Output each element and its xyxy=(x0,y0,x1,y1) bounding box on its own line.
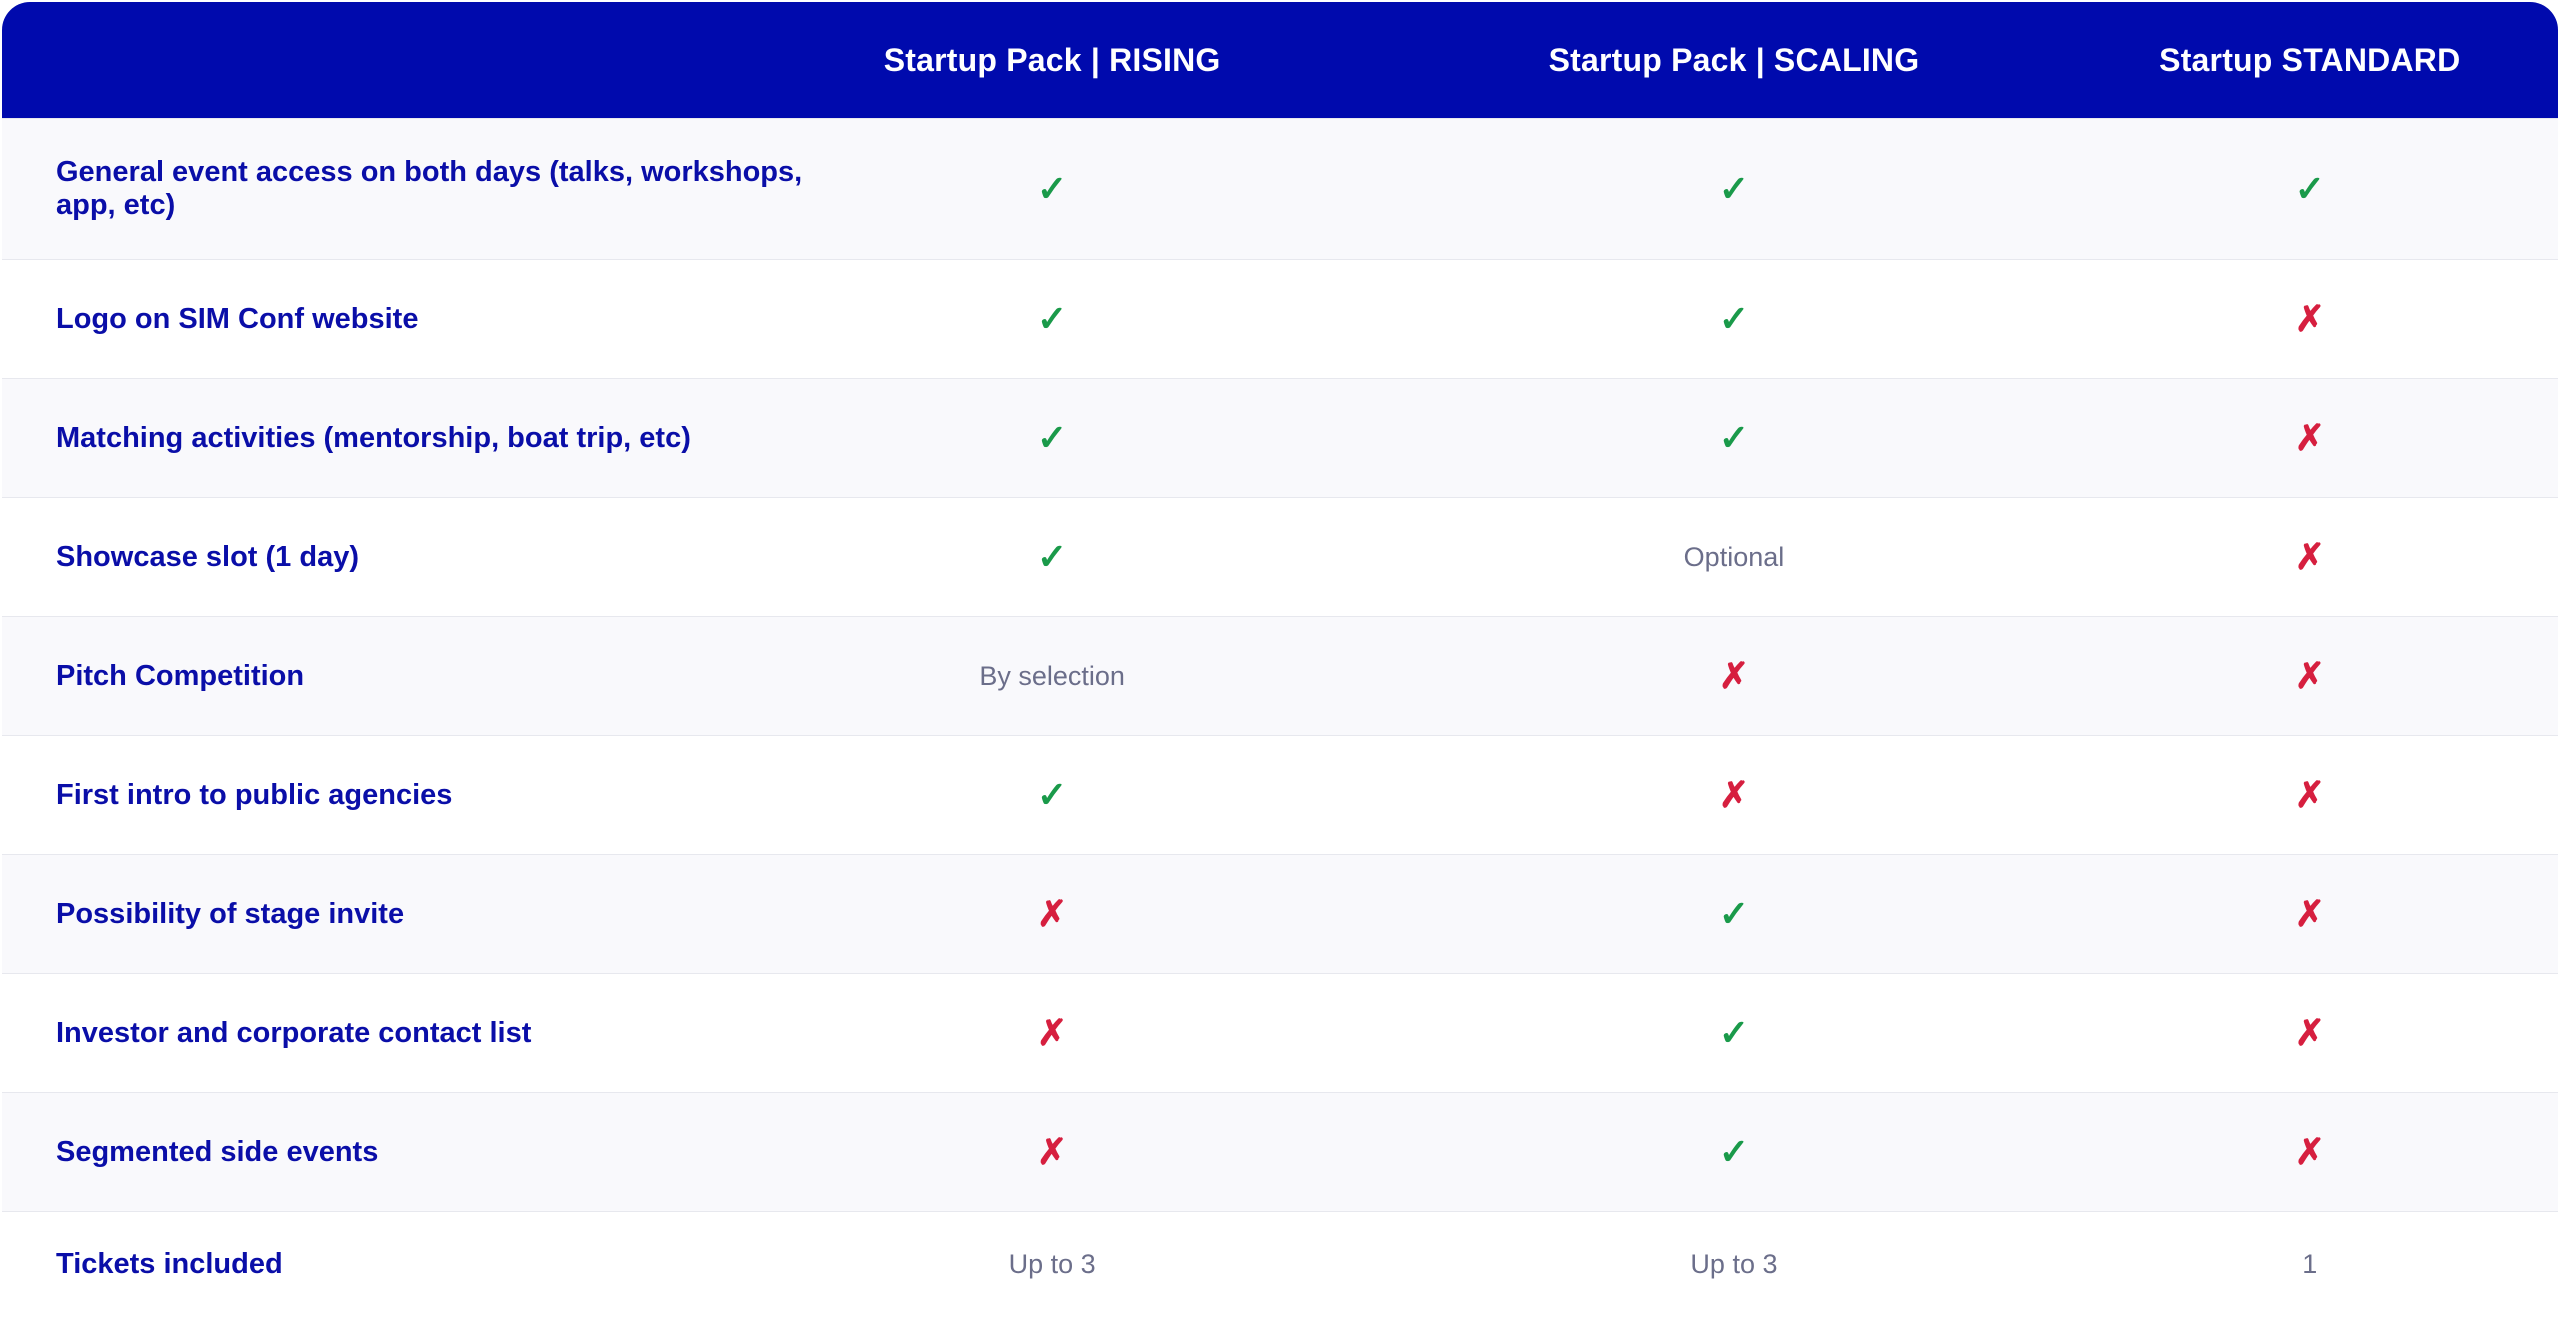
table-row: Logo on SIM Conf website ✓ ✓ ✗ xyxy=(2,259,2558,378)
comparison-table: Startup Pack | RISING Startup Pack | SCA… xyxy=(2,2,2558,1316)
value-cell: ✓ xyxy=(804,298,1300,340)
value-cell: ✗ xyxy=(2062,1012,2558,1054)
value-cell: ✓ xyxy=(804,417,1300,459)
cross-icon: ✗ xyxy=(1718,655,1750,696)
cross-icon: ✗ xyxy=(2294,536,2325,577)
value-cell: ✗ xyxy=(1406,774,2061,816)
cross-icon: ✗ xyxy=(2294,417,2325,458)
feature-cell: First intro to public agencies xyxy=(2,779,896,812)
feature-label: Investor and corporate contact list xyxy=(56,1016,532,1049)
value-cell: ✓ xyxy=(1406,1131,2061,1173)
value-cell: 1 xyxy=(2062,1249,2558,1280)
value-cell: ✓ xyxy=(1406,893,2061,935)
feature-cell: Pitch Competition xyxy=(2,660,896,693)
value-cell: ✓ xyxy=(804,774,1300,816)
value-text: Up to 3 xyxy=(1008,1248,1096,1279)
value-cell: ✓ xyxy=(1406,168,2061,210)
value-cell: ✗ xyxy=(2062,655,2558,697)
check-icon: ✓ xyxy=(1718,893,1750,934)
feature-label: Possibility of stage invite xyxy=(56,897,405,930)
check-icon: ✓ xyxy=(1037,417,1068,458)
value-cell: ✓ xyxy=(1406,298,2061,340)
feature-label: Pitch Competition xyxy=(56,659,305,692)
value-cell: ✓ xyxy=(2062,168,2558,210)
cross-icon: ✗ xyxy=(2294,1012,2325,1053)
table-row: Matching activities (mentorship, boat tr… xyxy=(2,378,2558,497)
check-icon: ✓ xyxy=(1718,168,1750,209)
value-cell: ✓ xyxy=(1406,417,2061,459)
feature-cell: Matching activities (mentorship, boat tr… xyxy=(2,422,896,455)
feature-cell: Segmented side events xyxy=(2,1136,896,1169)
feature-cell: General event access on both days (talks… xyxy=(2,156,896,222)
value-text: 1 xyxy=(2302,1248,2318,1279)
header-standard: Startup STANDARD xyxy=(2159,41,2461,78)
feature-label: Showcase slot (1 day) xyxy=(56,540,359,573)
feature-cell: Showcase slot (1 day) xyxy=(2,541,896,574)
check-icon: ✓ xyxy=(1718,1012,1750,1053)
cross-icon: ✗ xyxy=(2294,774,2325,815)
cross-icon: ✗ xyxy=(2294,1131,2325,1172)
value-cell: ✗ xyxy=(2062,298,2558,340)
value-cell: ✗ xyxy=(1406,655,2061,697)
cross-icon: ✗ xyxy=(1037,1131,1068,1172)
check-icon: ✓ xyxy=(1037,536,1068,577)
feature-label: First intro to public agencies xyxy=(56,778,453,811)
value-cell: Up to 3 xyxy=(804,1249,1300,1280)
feature-label: Segmented side events xyxy=(56,1135,379,1168)
value-cell: ✗ xyxy=(2062,536,2558,578)
header-rising: Startup Pack | RISING xyxy=(883,41,1221,78)
check-icon: ✓ xyxy=(1718,1131,1750,1172)
value-cell: ✓ xyxy=(804,536,1300,578)
table-header: Startup Pack | RISING Startup Pack | SCA… xyxy=(2,2,2558,118)
cross-icon: ✗ xyxy=(1037,1012,1068,1053)
table-row: First intro to public agencies ✓ ✗ ✗ xyxy=(2,735,2558,854)
feature-cell: Possibility of stage invite xyxy=(2,898,896,931)
value-cell: ✗ xyxy=(804,893,1300,935)
feature-label: Tickets included xyxy=(56,1247,283,1280)
value-cell: ✗ xyxy=(804,1012,1300,1054)
check-icon: ✓ xyxy=(1037,774,1068,815)
table-row: Showcase slot (1 day) ✓ Optional ✗ xyxy=(2,497,2558,616)
feature-label: General event access on both days (talks… xyxy=(56,156,803,221)
value-cell: Up to 3 xyxy=(1406,1249,2061,1280)
check-icon: ✓ xyxy=(1037,298,1068,339)
value-text: Optional xyxy=(1683,541,1785,572)
value-cell: ✗ xyxy=(2062,774,2558,816)
feature-label: Matching activities (mentorship, boat tr… xyxy=(56,421,691,454)
feature-cell: Investor and corporate contact list xyxy=(2,1017,896,1050)
table-row: Segmented side events ✗ ✓ ✗ xyxy=(2,1092,2558,1211)
feature-label: Logo on SIM Conf website xyxy=(56,302,419,335)
feature-cell: Tickets included xyxy=(2,1248,896,1281)
cross-icon: ✗ xyxy=(2294,893,2325,934)
cross-icon: ✗ xyxy=(1718,774,1750,815)
value-cell: ✓ xyxy=(804,168,1300,210)
value-cell: ✗ xyxy=(2062,417,2558,459)
value-text: Up to 3 xyxy=(1690,1248,1778,1279)
feature-cell: Logo on SIM Conf website xyxy=(2,303,896,336)
value-text: By selection xyxy=(979,660,1125,691)
table-body: General event access on both days (talks… xyxy=(2,118,2558,1316)
check-icon: ✓ xyxy=(1718,298,1750,339)
table-row: Pitch Competition By selection ✗ ✗ xyxy=(2,616,2558,735)
value-cell: Optional xyxy=(1406,542,2061,573)
header-scaling: Startup Pack | SCALING xyxy=(1548,41,1920,78)
value-cell: ✗ xyxy=(804,1131,1300,1173)
value-cell: ✓ xyxy=(1406,1012,2061,1054)
table-row: Possibility of stage invite ✗ ✓ ✗ xyxy=(2,854,2558,973)
cross-icon: ✗ xyxy=(1037,893,1068,934)
table-row: General event access on both days (talks… xyxy=(2,118,2558,259)
check-icon: ✓ xyxy=(2294,168,2325,209)
table-row: Tickets included Up to 3 Up to 3 1 xyxy=(2,1211,2558,1316)
value-cell: ✗ xyxy=(2062,893,2558,935)
check-icon: ✓ xyxy=(1718,417,1750,458)
cross-icon: ✗ xyxy=(2294,298,2325,339)
table-row: Investor and corporate contact list ✗ ✓ ✗ xyxy=(2,973,2558,1092)
check-icon: ✓ xyxy=(1037,168,1068,209)
value-cell: ✗ xyxy=(2062,1131,2558,1173)
value-cell: By selection xyxy=(804,661,1300,692)
cross-icon: ✗ xyxy=(2294,655,2325,696)
